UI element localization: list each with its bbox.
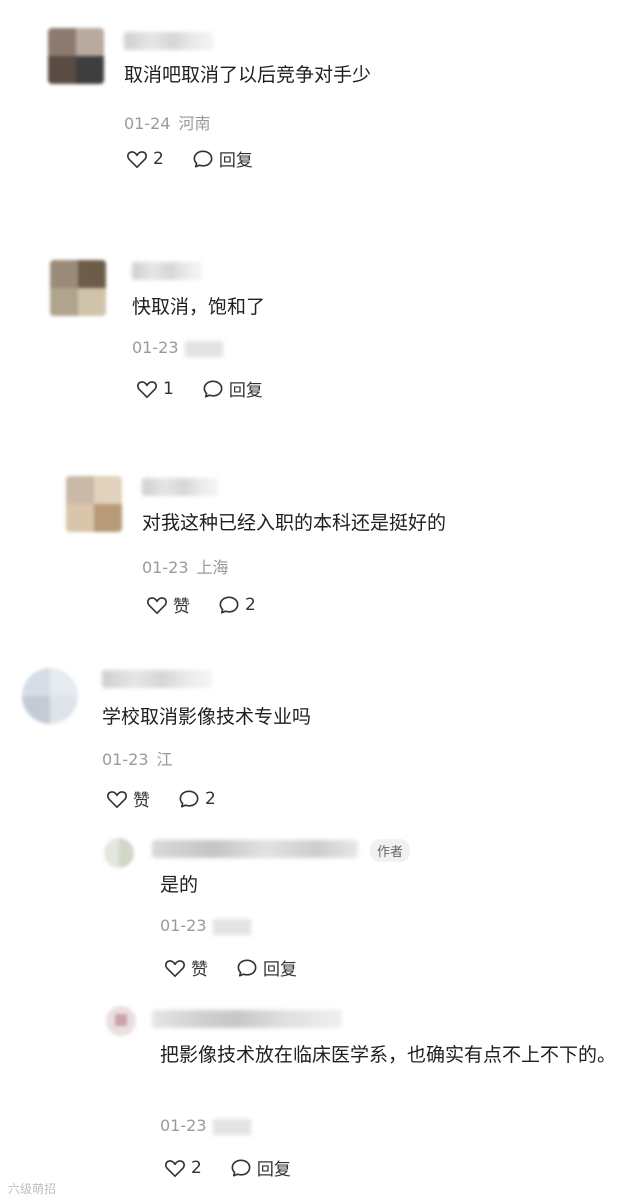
watermark: 六级萌招 bbox=[8, 1182, 57, 1196]
reply-text: 把影像技术放在临床医学系，也确实有点不上不下的。 bbox=[160, 1044, 617, 1066]
like-count: 2 bbox=[191, 1157, 202, 1178]
heart-outline-icon bbox=[165, 1159, 185, 1177]
speech-bubble-icon bbox=[231, 1158, 251, 1177]
reply-location bbox=[212, 1118, 251, 1135]
avatar[interactable] bbox=[106, 1006, 136, 1036]
reply-item: 把影像技术放在临床医学系，也确实有点不上不下的。 01-23 2 回复 bbox=[0, 0, 642, 1202]
like-button[interactable]: 2 bbox=[164, 1158, 202, 1178]
reply-label: 回复 bbox=[256, 1160, 291, 1180]
reply-meta: 01-23 bbox=[160, 1116, 251, 1135]
reply-button[interactable]: 回复 bbox=[230, 1155, 291, 1180]
reply-date: 01-23 bbox=[160, 1116, 207, 1135]
username[interactable] bbox=[152, 1010, 342, 1028]
reply-actions: 2 回复 bbox=[164, 1155, 319, 1180]
